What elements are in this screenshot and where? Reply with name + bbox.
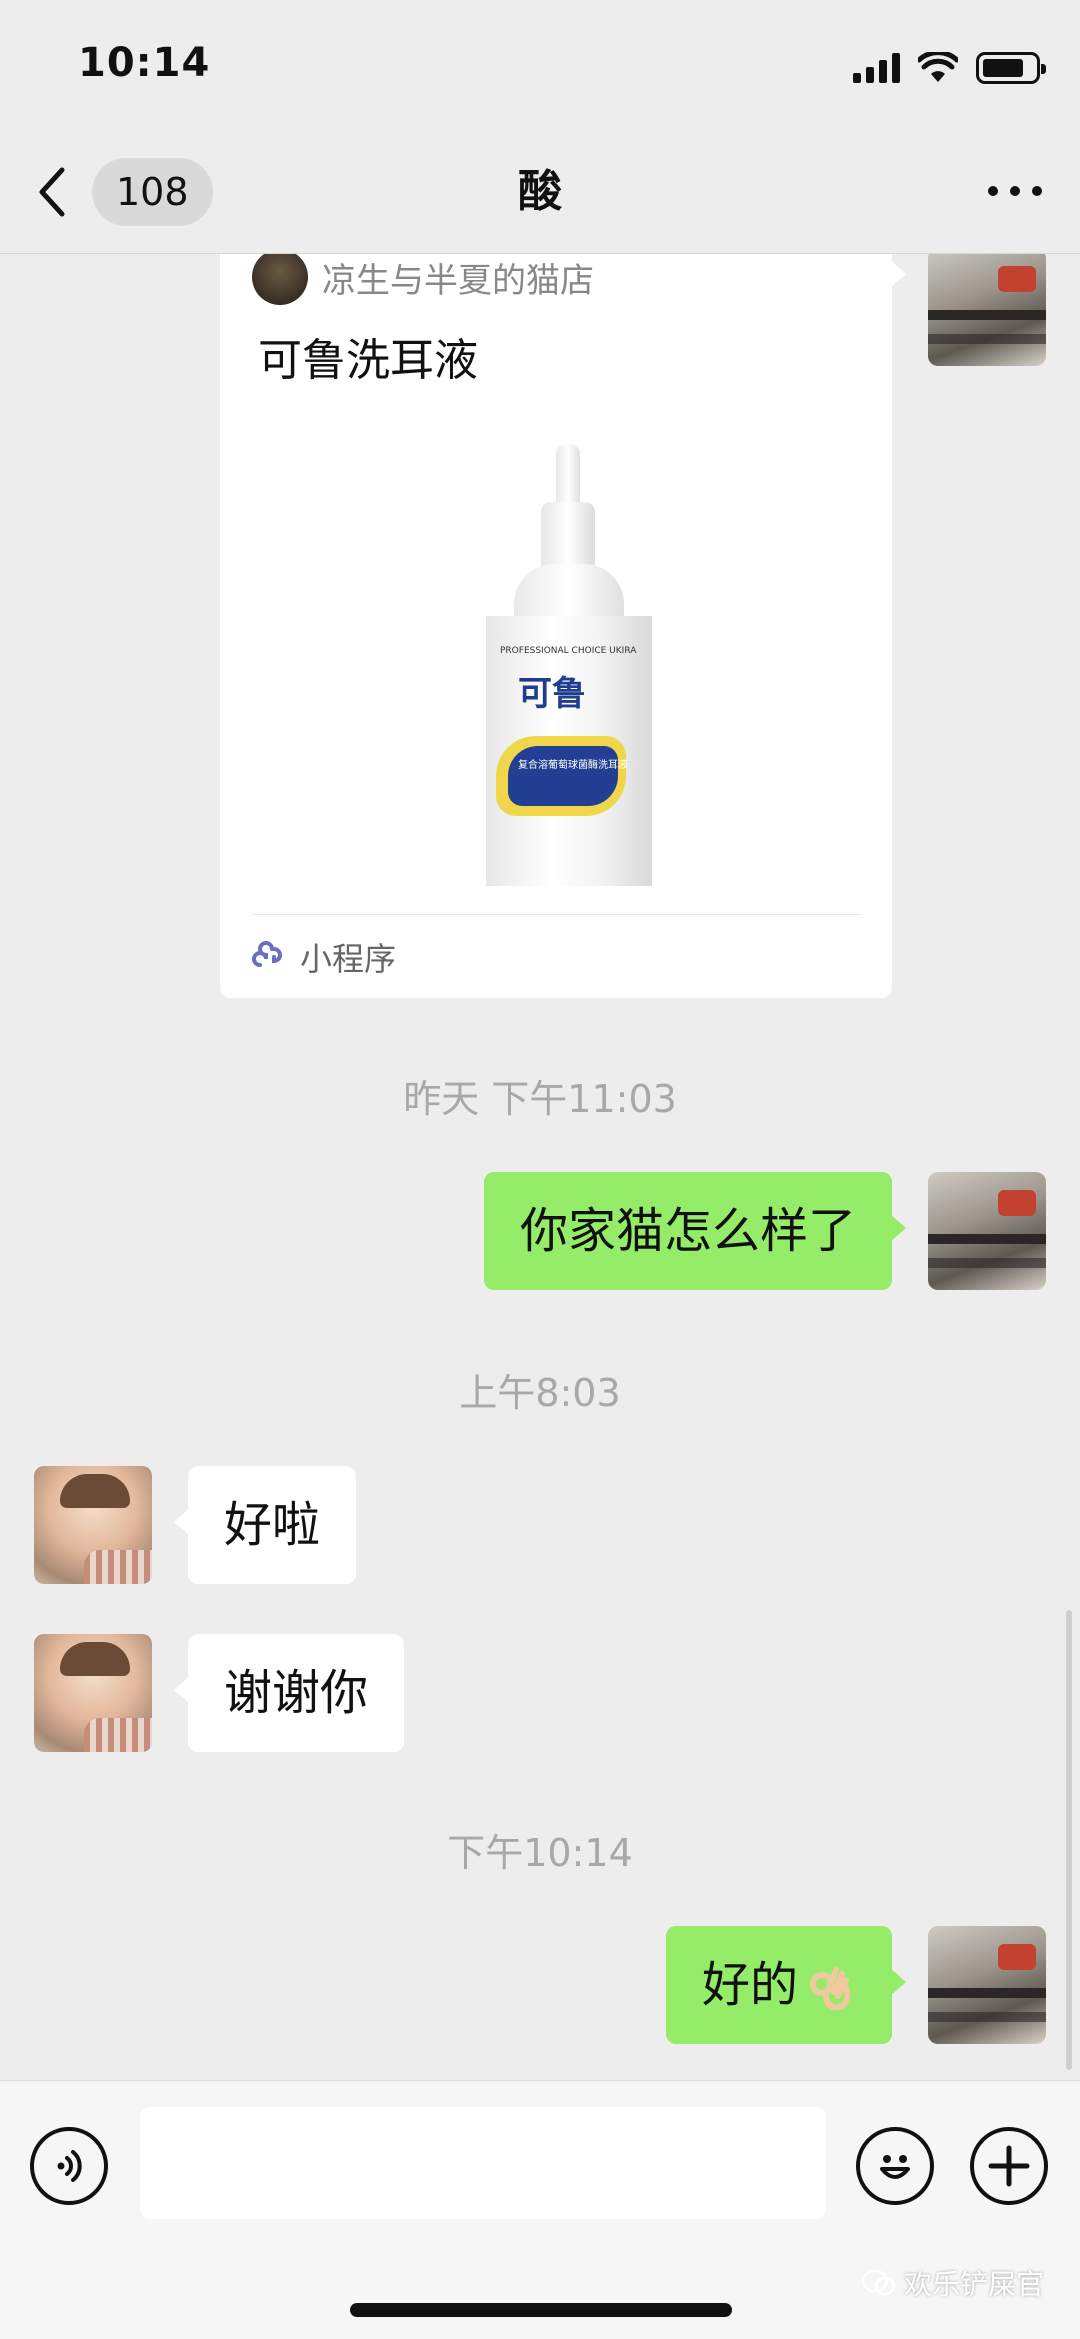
bottle-top-text: PROFESSIONAL CHOICE UKIRA bbox=[500, 646, 637, 656]
more-dot-icon bbox=[1032, 186, 1042, 196]
message-bubble-outgoing[interactable]: 你家猫怎么样了 bbox=[483, 1172, 907, 1290]
card-shop-row: 凉生与半夏的猫店 bbox=[252, 254, 594, 310]
wifi-icon bbox=[918, 52, 958, 82]
cellular-signal-icon bbox=[853, 53, 900, 83]
status-bar: 10:14 bbox=[0, 0, 1080, 130]
message-bubble-incoming[interactable]: 谢谢你 bbox=[173, 1634, 405, 1752]
timestamp: 下午10:14 bbox=[447, 1831, 633, 1875]
battery-icon bbox=[976, 52, 1046, 84]
timestamp: 上午8:03 bbox=[459, 1371, 621, 1415]
mini-program-label: 小程序 bbox=[300, 940, 397, 978]
chat-title: 酸 bbox=[518, 166, 562, 217]
voice-button[interactable] bbox=[30, 2127, 108, 2205]
scrollbar[interactable] bbox=[1066, 1610, 1072, 2070]
wechat-official-account-icon bbox=[861, 2269, 896, 2296]
status-time: 10:14 bbox=[78, 40, 211, 86]
bottle-body: PROFESSIONAL CHOICE UKIRA 可鲁 复合溶葡萄球菌酶洗耳液 bbox=[486, 616, 652, 886]
bottle-neck bbox=[541, 502, 595, 566]
more-options-button[interactable] bbox=[988, 186, 1042, 196]
input-bar: 欢乐铲屎官 bbox=[0, 2080, 1080, 2339]
message-input[interactable] bbox=[140, 2107, 826, 2219]
emoji-button[interactable] bbox=[856, 2127, 934, 2205]
voice-icon bbox=[57, 2150, 82, 2182]
mini-program-card[interactable]: 凉生与半夏的猫店 可鲁洗耳液 PROFESSIONAL CHOICE UKIRA… bbox=[220, 254, 906, 998]
shop-name: 凉生与半夏的猫店 bbox=[322, 260, 594, 301]
chat-header: 108 酸 bbox=[0, 130, 1080, 254]
self-avatar[interactable] bbox=[928, 1172, 1046, 1290]
self-avatar[interactable] bbox=[928, 254, 1046, 366]
message-bubble-outgoing[interactable]: 好的 bbox=[665, 1926, 907, 2044]
plus-icon bbox=[988, 2145, 1030, 2187]
card-divider bbox=[252, 914, 862, 915]
watermark: 欢乐铲屎官 bbox=[861, 2263, 1044, 2303]
bottle-cap bbox=[556, 444, 580, 504]
more-dot-icon bbox=[988, 186, 998, 196]
ok-hand-emoji-icon bbox=[810, 1967, 851, 2011]
self-avatar[interactable] bbox=[928, 1926, 1046, 2044]
more-dot-icon bbox=[1010, 186, 1020, 196]
product-image: PROFESSIONAL CHOICE UKIRA 可鲁 复合溶葡萄球菌酶洗耳液 bbox=[256, 404, 856, 886]
bottle-label: 复合溶葡萄球菌酶洗耳液 bbox=[496, 736, 628, 816]
watermark-text: 欢乐铲屎官 bbox=[903, 2268, 1044, 2301]
message-text: 好的 bbox=[701, 1957, 798, 2013]
shop-avatar bbox=[252, 254, 308, 305]
status-icons bbox=[853, 50, 1046, 86]
bottle-label-text: 复合溶葡萄球菌酶洗耳液 bbox=[518, 760, 628, 771]
bottle-brand: 可鲁 bbox=[518, 674, 586, 714]
message-bubble-incoming[interactable]: 好啦 bbox=[173, 1466, 357, 1584]
card-footer: 小程序 bbox=[252, 934, 396, 980]
mini-program-icon bbox=[252, 941, 282, 967]
timestamp: 昨天 下午11:03 bbox=[403, 1077, 677, 1121]
emoji-icon bbox=[880, 2155, 910, 2179]
contact-avatar[interactable] bbox=[34, 1466, 152, 1584]
message-list[interactable]: 凉生与半夏的猫店 可鲁洗耳液 PROFESSIONAL CHOICE UKIRA… bbox=[0, 254, 1080, 2080]
contact-avatar[interactable] bbox=[34, 1634, 152, 1752]
home-indicator[interactable] bbox=[350, 2303, 732, 2317]
plus-button[interactable] bbox=[970, 2127, 1048, 2205]
card-title: 可鲁洗耳液 bbox=[258, 335, 478, 386]
